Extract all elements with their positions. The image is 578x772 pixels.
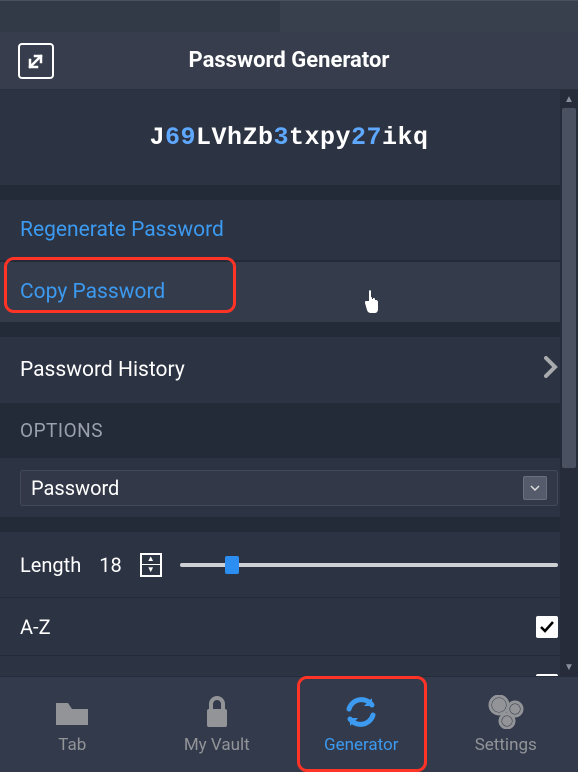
titlebar-right	[280, 1, 578, 32]
tab-label: Settings	[475, 735, 537, 755]
scroll-up-icon: ▲	[560, 90, 578, 108]
popout-button[interactable]	[18, 43, 54, 79]
regenerate-label: Regenerate Password	[20, 218, 224, 242]
header-bar: Password Generator	[0, 32, 578, 90]
copy-password-link[interactable]: Copy Password	[0, 261, 578, 323]
stepper-up-icon: ▲	[142, 555, 160, 566]
length-value: 18	[99, 553, 121, 577]
section-divider	[0, 185, 578, 199]
charset-checks: A-Z a-z	[0, 597, 578, 676]
charset-check-a-z[interactable]: a-z	[0, 655, 578, 676]
page-title: Password Generator	[54, 48, 524, 73]
generator-icon	[344, 695, 378, 729]
tab-generator[interactable]: Generator	[289, 677, 434, 772]
tab-tab[interactable]: Tab	[0, 677, 145, 772]
length-stepper[interactable]: ▲ ▼	[140, 553, 162, 577]
copy-label: Copy Password	[20, 280, 165, 304]
bottom-tab-bar: Tab My Vault Generator Settings	[0, 676, 578, 772]
settings-icon	[487, 695, 525, 729]
scroll-area: J69LVhZb3txpy27ikq Regenerate Password C…	[0, 90, 578, 676]
link-section: Regenerate Password Copy Password	[0, 199, 578, 323]
check-icon	[539, 619, 555, 635]
tab-label: Generator	[324, 735, 399, 755]
chevron-down-icon	[523, 476, 547, 500]
chevron-right-icon	[544, 356, 558, 384]
scrollbar[interactable]: ▲ ▼	[560, 90, 578, 676]
section-divider	[0, 323, 578, 337]
password-history-link[interactable]: Password History	[0, 337, 578, 403]
vault-icon	[203, 695, 231, 729]
scrollbar-track[interactable]	[560, 108, 578, 658]
type-select-value: Password	[31, 476, 119, 500]
titlebar-left	[0, 1, 280, 32]
charset-label: a-z	[20, 673, 46, 677]
password-type-row: Password	[0, 457, 578, 517]
checkbox[interactable]	[536, 616, 558, 638]
generated-password-display: J69LVhZb3txpy27ikq	[0, 90, 578, 185]
charset-label: A-Z	[20, 615, 51, 639]
length-slider[interactable]	[180, 563, 558, 567]
tab-icon	[54, 695, 90, 729]
scrollbar-thumb[interactable]	[562, 108, 576, 468]
popout-icon	[27, 52, 45, 70]
charset-check-A-Z[interactable]: A-Z	[0, 597, 578, 655]
length-label: Length	[20, 553, 81, 577]
tab-settings[interactable]: Settings	[434, 677, 578, 772]
slider-thumb[interactable]	[225, 556, 239, 574]
window-titlebar	[0, 0, 578, 32]
password-type-select[interactable]: Password	[20, 470, 558, 506]
section-divider	[0, 517, 578, 531]
stepper-down-icon: ▼	[142, 565, 160, 575]
history-label: Password History	[20, 358, 185, 382]
length-row: Length 18 ▲ ▼	[0, 531, 578, 597]
scroll-down-icon: ▼	[560, 658, 578, 676]
tab-label: Tab	[58, 735, 86, 755]
body: J69LVhZb3txpy27ikq Regenerate Password C…	[0, 90, 578, 676]
tab-label: My Vault	[184, 735, 250, 755]
generated-password-text: J69LVhZb3txpy27ikq	[149, 123, 428, 152]
regenerate-password-link[interactable]: Regenerate Password	[0, 199, 578, 261]
tab-vault[interactable]: My Vault	[145, 677, 290, 772]
options-heading: OPTIONS	[0, 403, 578, 457]
checkbox[interactable]	[536, 674, 558, 677]
